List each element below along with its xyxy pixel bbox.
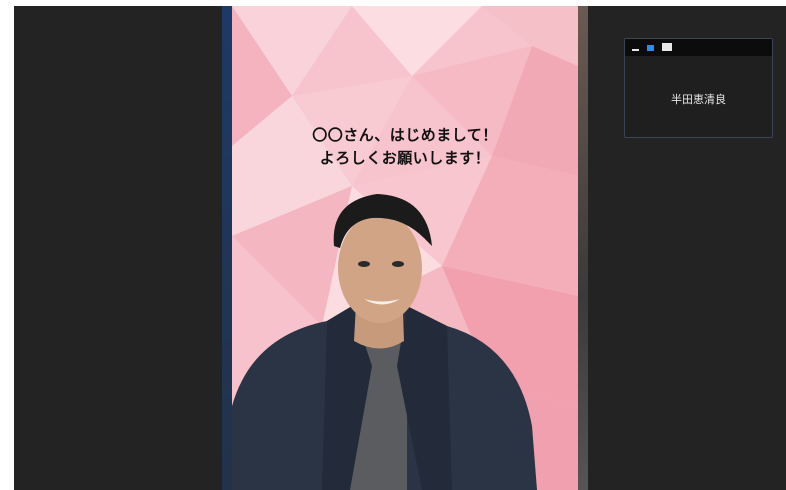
main-video-tile[interactable]: 〇〇さん、はじめまして！ よろしくお願いします！ (222, 6, 588, 490)
maximize-icon[interactable] (662, 43, 672, 51)
virtual-background: 〇〇さん、はじめまして！ よろしくお願いします！ (232, 6, 578, 490)
video-edge-right (578, 6, 588, 490)
speaker-view-icon[interactable] (647, 45, 654, 51)
minimize-icon[interactable] (632, 49, 639, 51)
video-edge-left (222, 6, 232, 490)
self-view-toolbar (625, 39, 772, 56)
meeting-window: 〇〇さん、はじめまして！ よろしくお願いします！ 半田恵清良 (14, 6, 786, 490)
participant-name: 半田恵清良 (671, 93, 726, 106)
self-view-thumbnail[interactable]: 半田恵清良 (624, 38, 773, 138)
participant-figure (232, 194, 537, 490)
